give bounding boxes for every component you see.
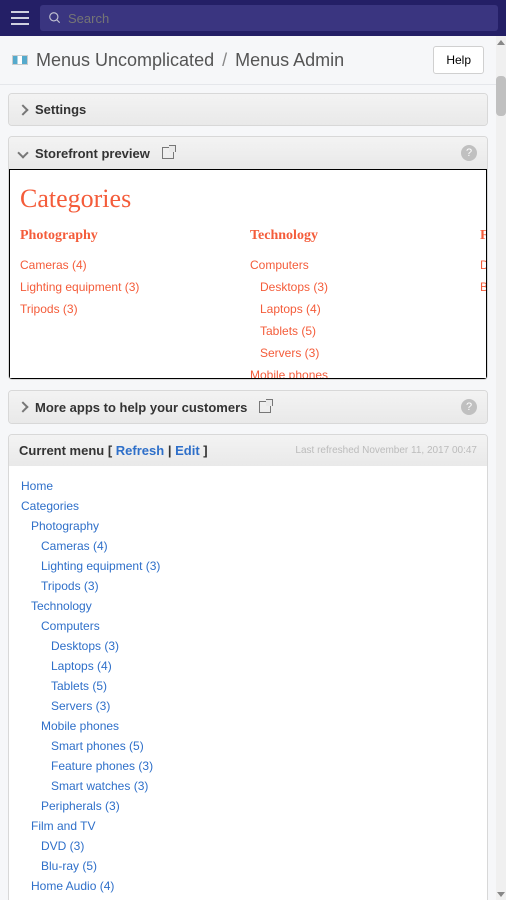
tree-link[interactable]: Film and TV <box>21 816 475 836</box>
settings-panel-header[interactable]: Settings <box>9 94 487 125</box>
edit-link[interactable]: Edit <box>175 443 200 458</box>
category-column: Photography Cameras (4)Lighting equipment… <box>20 228 230 379</box>
tree-link[interactable]: Desktops (3) <box>21 636 475 656</box>
scrollbar[interactable] <box>496 36 506 900</box>
category-link[interactable]: Laptops (4) <box>250 298 460 320</box>
preview-heading: Categories <box>20 184 476 214</box>
topbar <box>0 0 506 36</box>
moreapps-panel: More apps to help your customers ? <box>8 390 488 424</box>
last-refreshed: Last refreshed November 11, 2017 00:47 <box>295 445 477 456</box>
search-icon <box>48 11 62 25</box>
tree-link[interactable]: Categories <box>21 496 475 516</box>
breadcrumb-app[interactable]: Menus Uncomplicated <box>36 50 214 71</box>
scroll-up-icon[interactable] <box>496 36 506 48</box>
category-link[interactable]: Blu-ray <box>480 276 487 298</box>
popout-icon[interactable] <box>162 147 174 159</box>
tree-link[interactable]: Blu-ray (5) <box>21 856 475 876</box>
chevron-down-icon <box>17 147 28 158</box>
category-column: Technology ComputersDesktops (3)Laptops (… <box>250 228 460 379</box>
breadcrumb: Menus Uncomplicated / Menus Admin <box>12 50 344 71</box>
help-icon[interactable]: ? <box>461 399 477 415</box>
category-link[interactable]: Desktops (3) <box>250 276 460 298</box>
content: Settings Storefront preview ? Categories… <box>0 85 496 900</box>
tree-link[interactable]: Photography <box>21 516 475 536</box>
moreapps-title: More apps to help your customers <box>35 400 247 415</box>
refresh-link[interactable]: Refresh <box>116 443 164 458</box>
settings-panel: Settings <box>8 93 488 126</box>
category-title[interactable]: Technology <box>250 228 460 244</box>
tree-link[interactable]: Mobile phones <box>21 716 475 736</box>
breadcrumb-sep: / <box>222 50 227 71</box>
current-menu-label: Current menu [ Refresh | Edit ] <box>19 443 208 458</box>
help-button[interactable]: Help <box>433 46 484 74</box>
category-title[interactable]: Photography <box>20 228 230 244</box>
tree-link[interactable]: Smart watches (3) <box>21 776 475 796</box>
category-link[interactable]: Computers <box>250 254 460 276</box>
app-icon <box>12 55 28 65</box>
category-link[interactable]: Servers (3) <box>250 342 460 364</box>
chevron-right-icon <box>17 401 28 412</box>
tree-link[interactable]: Feature phones (3) <box>21 756 475 776</box>
category-title[interactable]: Film and TV <box>480 228 487 244</box>
breadcrumb-page[interactable]: Menus Admin <box>235 50 344 71</box>
search-box[interactable] <box>40 5 498 31</box>
tree-link[interactable]: Home <box>21 476 475 496</box>
moreapps-panel-header[interactable]: More apps to help your customers ? <box>9 391 487 423</box>
tree-link[interactable]: Laptops (4) <box>21 656 475 676</box>
settings-title: Settings <box>35 102 86 117</box>
tree-link[interactable]: DVD (3) <box>21 836 475 856</box>
tree-link[interactable]: Tripods (3) <box>21 576 475 596</box>
hamburger-menu-icon[interactable] <box>8 6 32 30</box>
storefront-panel-header[interactable]: Storefront preview ? <box>9 137 487 169</box>
category-link[interactable]: Mobile phones <box>250 364 460 379</box>
tree-link[interactable]: Tablets (5) <box>21 676 475 696</box>
search-input[interactable] <box>68 11 490 26</box>
tree-link[interactable]: Peripherals (3) <box>21 796 475 816</box>
tree-link[interactable]: Smart phones (5) <box>21 736 475 756</box>
category-link[interactable]: Lighting equipment (3) <box>20 276 230 298</box>
category-link[interactable]: Tripods (3) <box>20 298 230 320</box>
chevron-right-icon <box>17 104 28 115</box>
categories-row: Photography Cameras (4)Lighting equipment… <box>20 228 476 379</box>
tree-link[interactable]: Lighting equipment (3) <box>21 556 475 576</box>
tree-link[interactable]: Servers (3) <box>21 696 475 716</box>
tree-link[interactable]: Blog <box>21 896 475 900</box>
category-link[interactable]: Tablets (5) <box>250 320 460 342</box>
category-link[interactable]: Cameras (4) <box>20 254 230 276</box>
storefront-panel: Storefront preview ? Categories Photogra… <box>8 136 488 380</box>
breadcrumb-row: Menus Uncomplicated / Menus Admin Help <box>0 36 496 85</box>
storefront-title: Storefront preview <box>35 146 150 161</box>
menu-tree: HomeCategoriesPhotographyCameras (4)Ligh… <box>9 466 487 900</box>
category-column: Film and TV DVDBlu-ray <box>480 228 487 379</box>
storefront-preview-body: Categories Photography Cameras (4)Lightin… <box>9 169 487 379</box>
tree-link[interactable]: Computers <box>21 616 475 636</box>
scroll-down-icon[interactable] <box>496 888 506 900</box>
tree-link[interactable]: Home Audio (4) <box>21 876 475 896</box>
current-menu-panel: Current menu [ Refresh | Edit ] Last ref… <box>8 434 488 900</box>
content-scroll: Menus Uncomplicated / Menus Admin Help S… <box>0 36 506 900</box>
tree-link[interactable]: Cameras (4) <box>21 536 475 556</box>
current-menu-header: Current menu [ Refresh | Edit ] Last ref… <box>9 435 487 466</box>
category-link[interactable]: DVD <box>480 254 487 276</box>
popout-icon[interactable] <box>259 401 271 413</box>
scroll-thumb[interactable] <box>496 76 506 116</box>
help-icon[interactable]: ? <box>461 145 477 161</box>
tree-link[interactable]: Technology <box>21 596 475 616</box>
